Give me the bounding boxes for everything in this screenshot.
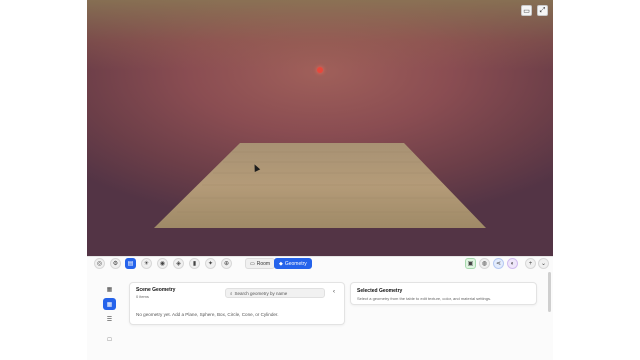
square-icon[interactable]: □: [103, 334, 116, 346]
eye-icon[interactable]: ◉: [157, 258, 168, 269]
tab-geometry-label: Geometry: [284, 260, 307, 267]
share-icon[interactable]: ⋖: [493, 258, 504, 269]
trash-icon[interactable]: ▮: [189, 258, 200, 269]
fullscreen-icon[interactable]: ⤢: [537, 5, 548, 16]
panel-scrollbar[interactable]: [548, 272, 551, 312]
list-icon[interactable]: ☰: [103, 313, 116, 325]
tab-room[interactable]: ▭ Room: [245, 258, 276, 269]
save-icon[interactable]: ▣: [465, 258, 476, 269]
bottom-panel: ◎ ⚙ ▤ ☀ ◉ ◈ ▮ ✦ ⊕ ▭ Room ◆ Geometry ▣ ◍ …: [87, 256, 553, 360]
sun-icon[interactable]: ☀: [141, 258, 152, 269]
geometry-sidebar: ▦ ▦ ☰ □: [103, 281, 117, 360]
target-icon[interactable]: ⊕: [221, 258, 232, 269]
chevron-down-icon[interactable]: ⌄: [538, 258, 549, 269]
globe-icon[interactable]: ◍: [479, 258, 490, 269]
compass-icon[interactable]: ◎: [94, 258, 105, 269]
picture-in-picture-icon[interactable]: ▭: [521, 5, 532, 16]
chevron-left-icon[interactable]: ‹: [333, 289, 335, 295]
search-input[interactable]: ⌕ Search geometry by name: [225, 288, 325, 298]
tab-geometry[interactable]: ◆ Geometry: [274, 258, 312, 269]
selected-geometry-card: Selected Geometry Select a geometry from…: [350, 282, 537, 305]
shapes-icon: ◆: [279, 260, 283, 267]
palette-icon[interactable]: ◐: [507, 258, 518, 269]
box-icon[interactable]: ▦: [103, 283, 116, 295]
search-icon: ⌕: [230, 290, 233, 296]
tab-room-label: Room: [256, 260, 271, 267]
magic-wand-icon[interactable]: ✦: [205, 258, 216, 269]
layout-icon[interactable]: ▤: [125, 258, 136, 269]
geometry-count: 0 items: [136, 294, 149, 299]
empty-state-message: No geometry yet. Add a Plane, Sphere, Bo…: [136, 312, 279, 317]
bed-icon: ▭: [250, 260, 255, 267]
camera-icon[interactable]: ◈: [173, 258, 184, 269]
scene-geometry-card: Scene Geometry 0 items ⌕ Search geometry…: [129, 282, 345, 325]
scene-geometry-title: Scene Geometry: [136, 287, 176, 293]
floor-plane[interactable]: [87, 0, 553, 256]
toolbar: ◎ ⚙ ▤ ☀ ◉ ◈ ▮ ✦ ⊕ ▭ Room ◆ Geometry ▣ ◍ …: [87, 257, 553, 270]
selected-geometry-hint: Select a geometry from the table to edit…: [357, 296, 492, 301]
plus-icon[interactable]: +: [525, 258, 536, 269]
grid-icon[interactable]: ▦: [103, 298, 116, 310]
3d-viewport[interactable]: ▭ ⤢: [87, 0, 553, 256]
settings-icon[interactable]: ⚙: [110, 258, 121, 269]
selected-geometry-title: Selected Geometry: [357, 288, 403, 294]
app-window: ▭ ⤢ ◎ ⚙ ▤ ☀ ◉ ◈ ▮ ✦ ⊕ ▭ Room ◆ Geometry …: [87, 0, 553, 360]
search-placeholder: Search geometry by name: [234, 290, 288, 296]
